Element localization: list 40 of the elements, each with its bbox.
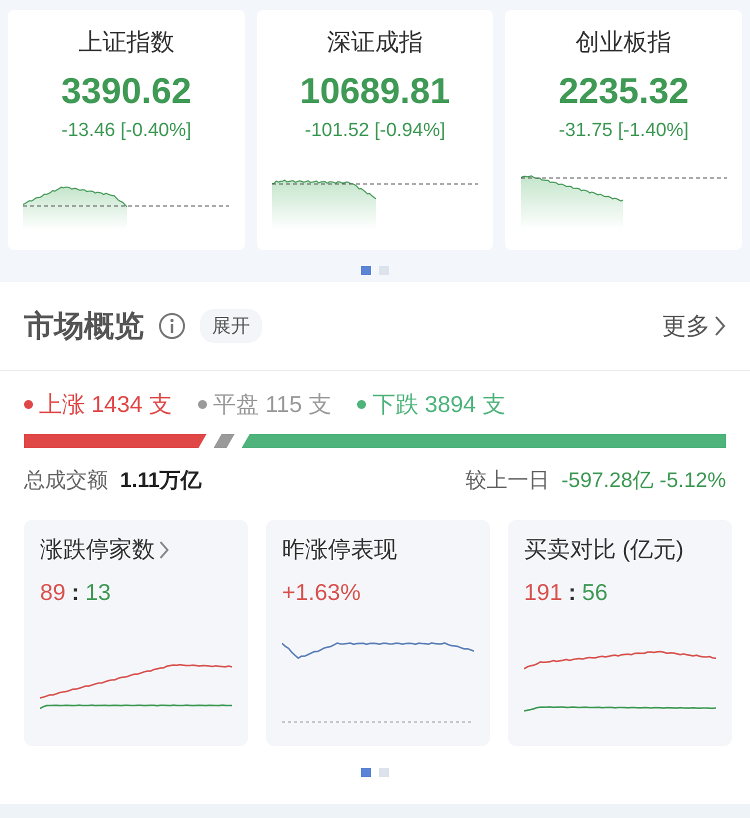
stat-title: 昨涨停表现 bbox=[282, 535, 397, 564]
index-value: 3390.62 bbox=[61, 70, 192, 112]
compare-value: -597.28亿 -5.12% bbox=[561, 468, 726, 494]
stat-title: 涨跌停家数 bbox=[40, 535, 155, 564]
info-icon[interactable] bbox=[158, 312, 186, 340]
breadth-count: 上涨 1434 支 bbox=[39, 390, 172, 419]
stat-card[interactable]: 昨涨停表现 +1.63% bbox=[266, 520, 490, 746]
down-count: 13 bbox=[85, 579, 111, 606]
breadth-count: 下跌 3894 支 bbox=[372, 390, 506, 419]
index-value: 10689.81 bbox=[300, 70, 450, 112]
expand-button[interactable]: 展开 bbox=[200, 309, 262, 343]
index-change: -13.46 [-0.40%] bbox=[61, 120, 192, 142]
index-name: 创业板指 bbox=[576, 28, 672, 58]
down-count: 56 bbox=[582, 579, 608, 606]
index-change: -31.75 [-1.40%] bbox=[558, 120, 689, 142]
index-name: 上证指数 bbox=[78, 28, 174, 58]
page-indicator[interactable] bbox=[361, 768, 371, 777]
turnover-value: 1.11万亿 bbox=[120, 468, 202, 494]
more-link[interactable]: 更多 bbox=[662, 310, 726, 342]
turnover-label: 总成交额 bbox=[24, 468, 108, 494]
page-indicator[interactable] bbox=[379, 768, 389, 777]
index-card[interactable]: 创业板指 2235.32 -31.75 [-1.40%] bbox=[505, 10, 742, 250]
index-card[interactable]: 深证成指 10689.81 -101.52 [-0.94%] bbox=[256, 10, 494, 250]
section-title: 市场概览 bbox=[24, 308, 144, 344]
up-count: 191 bbox=[524, 579, 562, 606]
percent-value: +1.63% bbox=[282, 579, 361, 606]
index-value: 2235.32 bbox=[558, 70, 689, 112]
up-count: 89 bbox=[40, 579, 66, 606]
breadth-count: 平盘 115 支 bbox=[212, 390, 332, 419]
stat-card[interactable]: 买卖对比 (亿元) 191 : 56 bbox=[508, 520, 732, 746]
chevron-right-icon bbox=[714, 315, 726, 337]
index-change: -101.52 [-0.94%] bbox=[304, 120, 446, 142]
compare-label: 较上一日 bbox=[465, 468, 550, 494]
index-name: 深证成指 bbox=[327, 28, 423, 58]
stat-card[interactable]: 涨跌停家数 89 : 13 bbox=[24, 520, 248, 746]
stat-title: 买卖对比 (亿元) bbox=[524, 535, 684, 564]
page-indicator[interactable] bbox=[361, 266, 371, 275]
ratio-separator: : bbox=[72, 579, 80, 606]
index-card[interactable]: 上证指数 3390.62 -13.46 [-0.40%] bbox=[8, 10, 245, 250]
ratio-separator: : bbox=[568, 579, 576, 606]
